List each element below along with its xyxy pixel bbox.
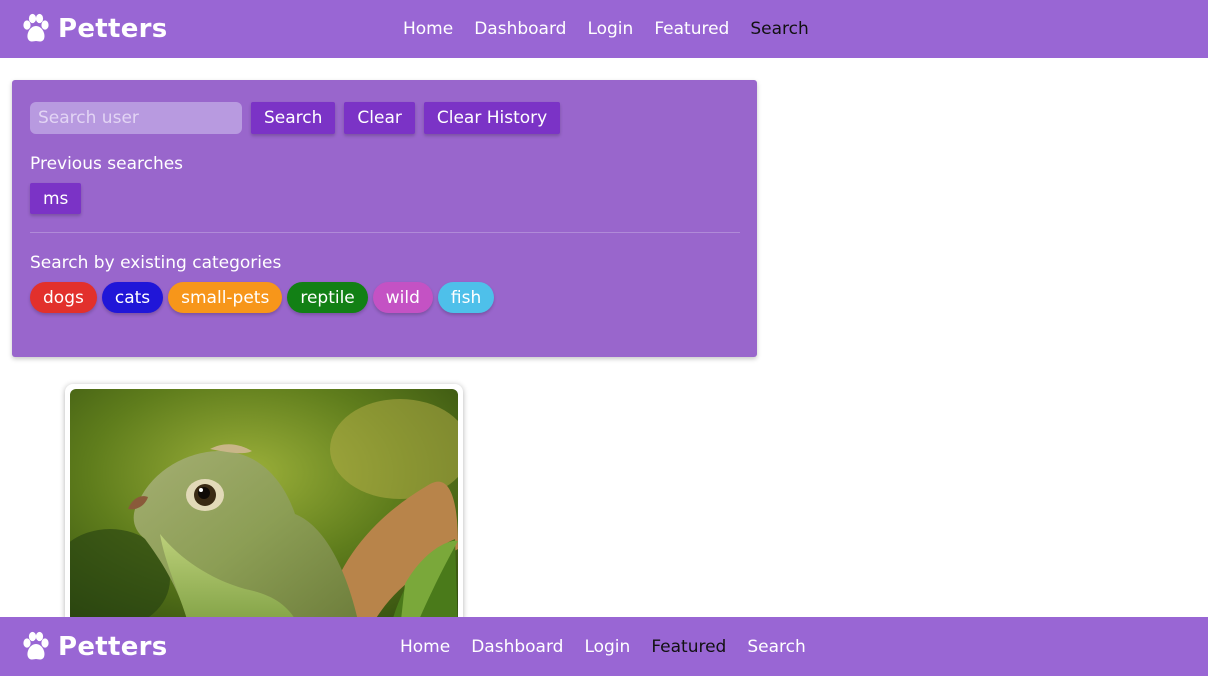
divider bbox=[30, 232, 740, 233]
nav-featured[interactable]: Featured bbox=[651, 637, 726, 657]
category-chip-cats[interactable]: cats bbox=[101, 282, 164, 313]
nav-home[interactable]: Home bbox=[403, 19, 453, 39]
brand-name: Petters bbox=[58, 14, 168, 44]
nav-login[interactable]: Login bbox=[584, 637, 630, 657]
brand-name: Petters bbox=[58, 631, 168, 662]
search-row: Search Clear Clear History bbox=[30, 102, 561, 134]
search-input[interactable] bbox=[30, 102, 242, 134]
previous-searches-label: Previous searches bbox=[30, 154, 184, 174]
brand-logo[interactable]: Petters bbox=[20, 0, 168, 58]
paw-icon bbox=[20, 13, 52, 45]
nav-search[interactable]: Search bbox=[750, 19, 808, 39]
paw-icon bbox=[20, 631, 52, 663]
nav-login[interactable]: Login bbox=[587, 19, 633, 39]
category-chip-small-pets[interactable]: small-pets bbox=[168, 282, 283, 313]
category-chip-wild[interactable]: wild bbox=[372, 282, 433, 313]
result-card[interactable] bbox=[65, 384, 463, 624]
search-button[interactable]: Search bbox=[251, 102, 336, 134]
category-chip-dogs[interactable]: dogs bbox=[30, 282, 97, 313]
nav-dashboard[interactable]: Dashboard bbox=[474, 19, 566, 39]
clear-history-button[interactable]: Clear History bbox=[423, 102, 561, 134]
brand-logo[interactable]: Petters bbox=[20, 617, 168, 676]
previous-search-chip[interactable]: ms bbox=[30, 183, 82, 214]
nav-search[interactable]: Search bbox=[747, 637, 805, 657]
category-chip-reptile[interactable]: reptile bbox=[287, 282, 368, 313]
clear-button[interactable]: Clear bbox=[344, 102, 415, 134]
top-navbar: Petters Home Dashboard Login Featured Se… bbox=[0, 0, 1208, 58]
lizard-photo[interactable] bbox=[70, 389, 458, 624]
category-chip-fish[interactable]: fish bbox=[437, 282, 495, 313]
nav-links: Home Dashboard Login Featured Search bbox=[400, 617, 827, 676]
categories-label: Search by existing categories bbox=[30, 253, 282, 273]
category-chips: dogs cats small-pets reptile wild fish bbox=[30, 282, 499, 313]
nav-dashboard[interactable]: Dashboard bbox=[471, 637, 563, 657]
nav-links: Home Dashboard Login Featured Search bbox=[403, 0, 830, 58]
bottom-navbar: Petters Home Dashboard Login Featured Se… bbox=[0, 617, 1208, 676]
nav-featured[interactable]: Featured bbox=[654, 19, 729, 39]
nav-home[interactable]: Home bbox=[400, 637, 450, 657]
search-panel: Search Clear Clear History Previous sear… bbox=[12, 80, 757, 357]
